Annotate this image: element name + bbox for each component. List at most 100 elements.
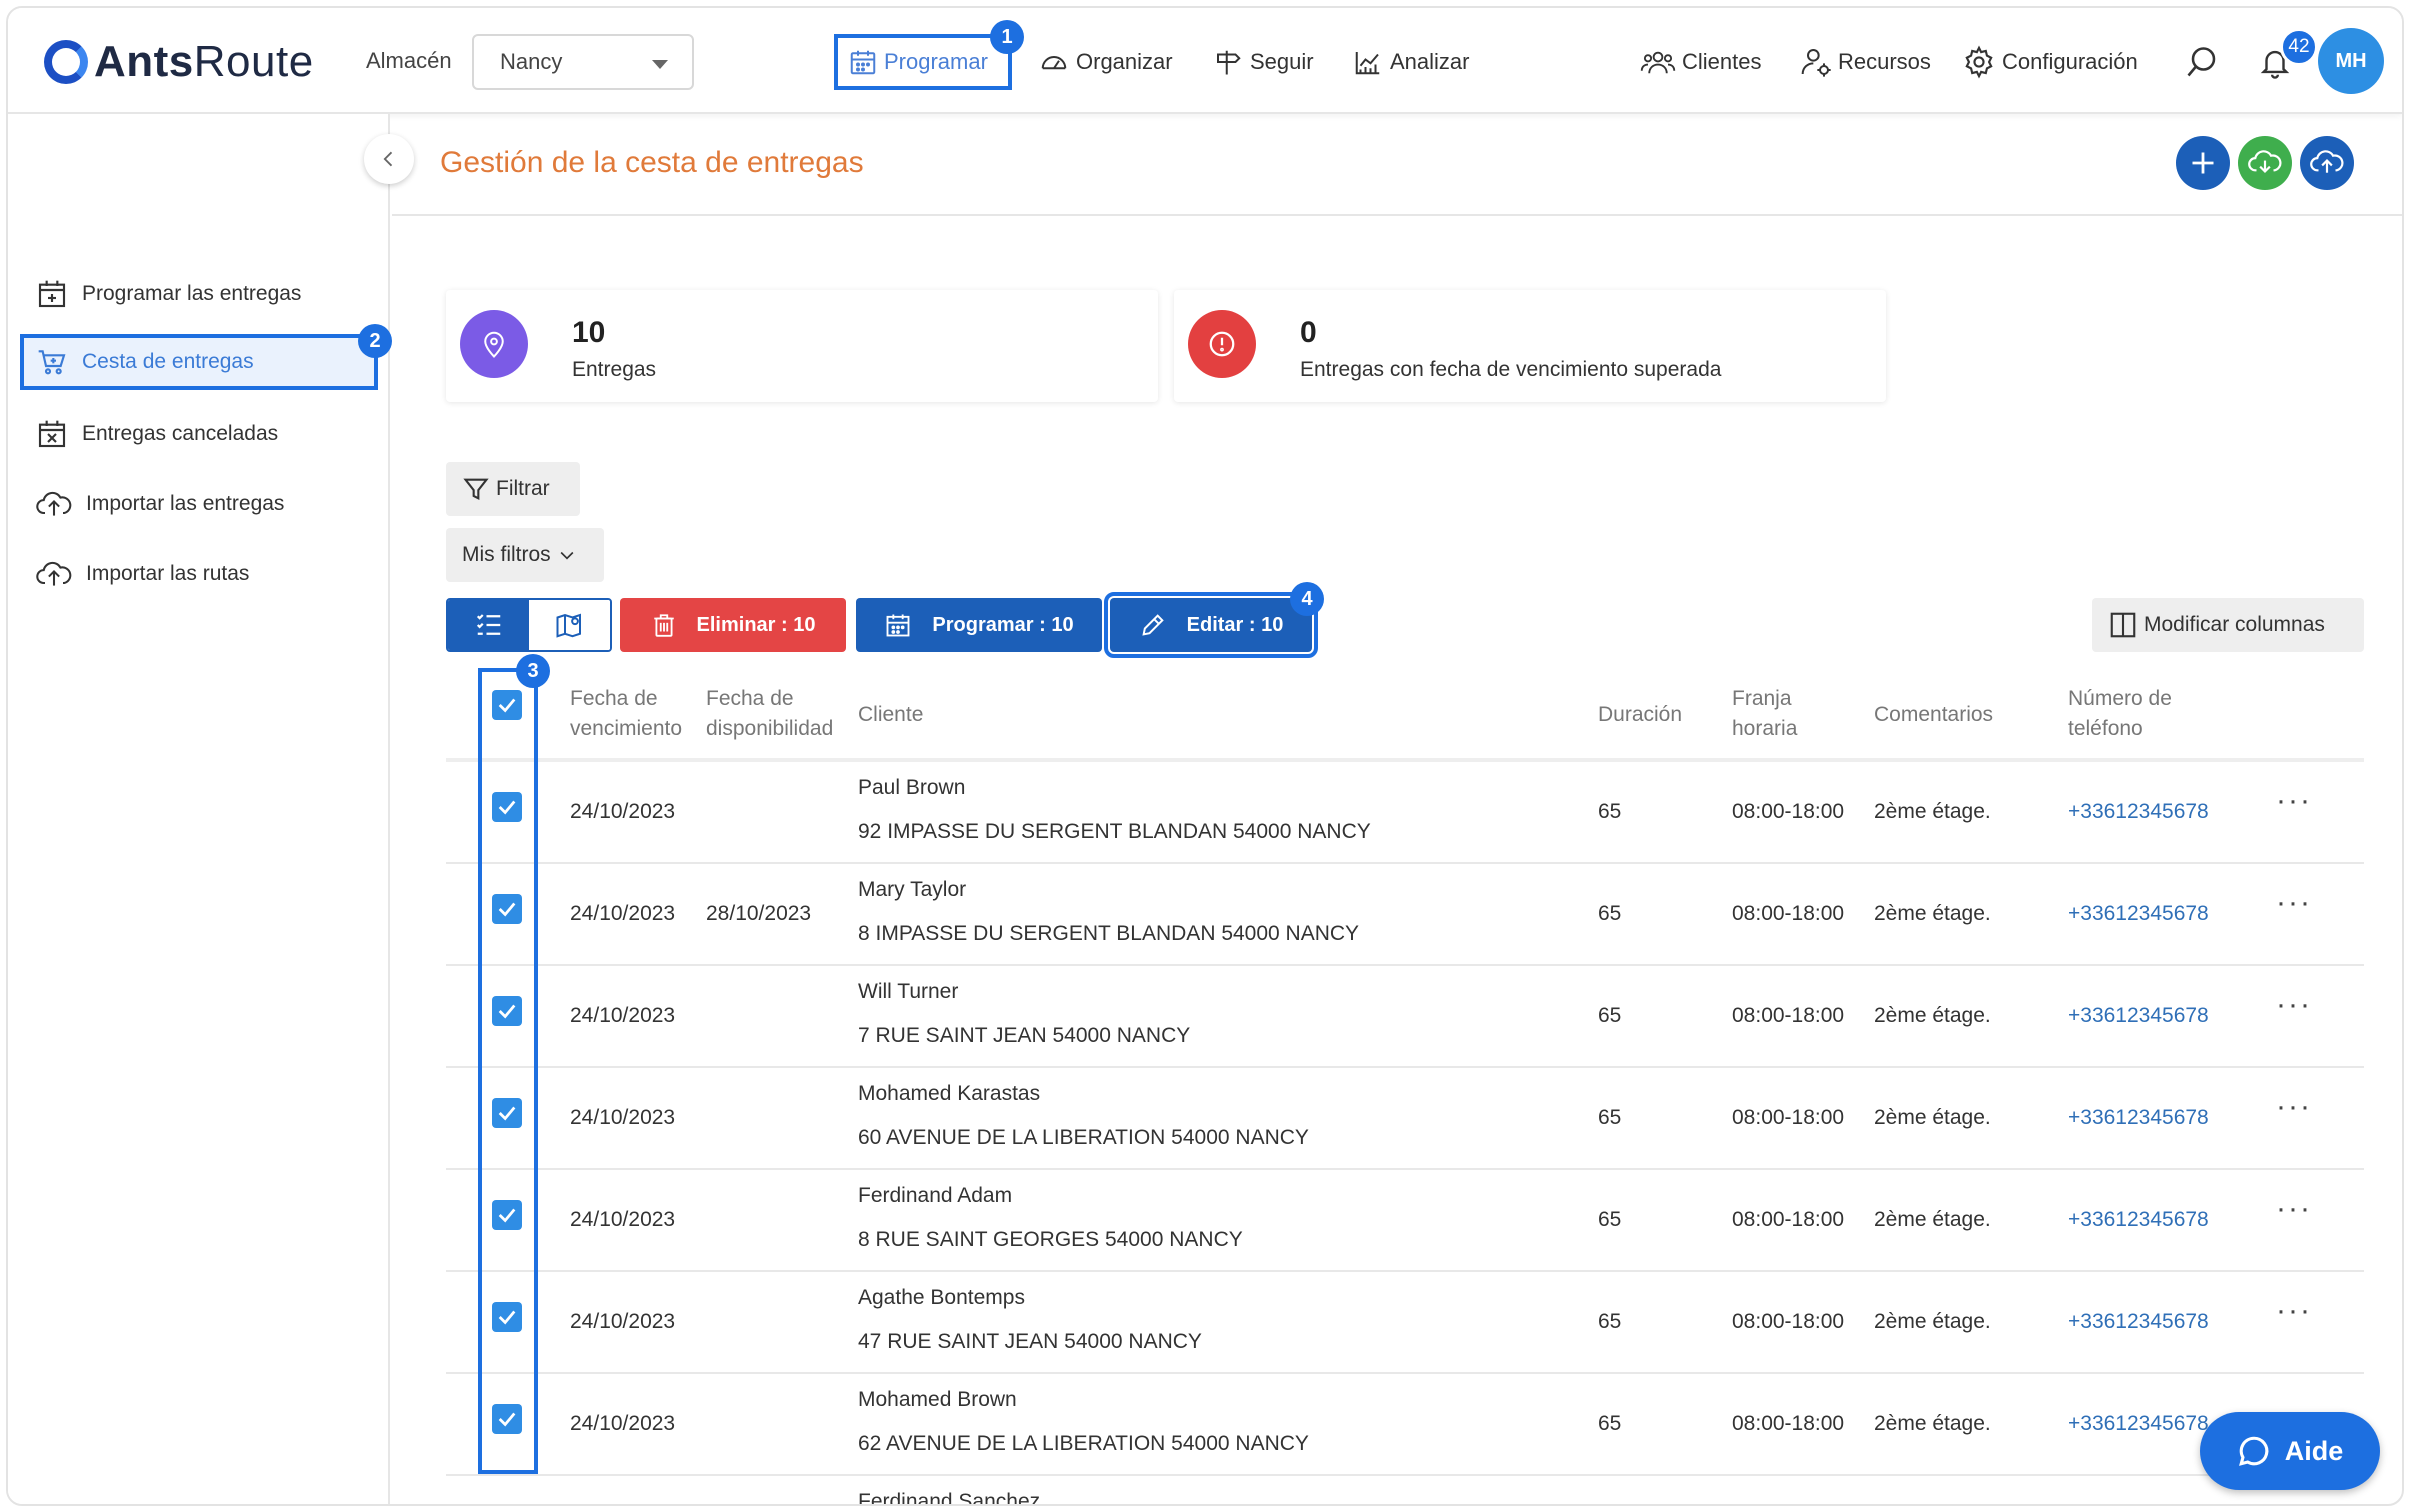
filter-button-label: Filtrar — [496, 477, 550, 500]
filter-button[interactable]: Filtrar — [446, 462, 580, 516]
cell-phone[interactable]: +33612345678 — [2068, 1208, 2209, 1232]
cell-duration: 65 — [1598, 902, 1622, 925]
cell-comments: 2ème étage. — [1874, 902, 1991, 925]
help-button[interactable]: Aide — [2200, 1412, 2380, 1490]
cell-duration: 65 — [1598, 1106, 1622, 1129]
row-menu-icon[interactable]: ··· — [2276, 1294, 2312, 1328]
cell-client-address: 92 IMPASSE DU SERGENT BLANDAN 54000 NANC… — [858, 820, 1371, 843]
nav-configuracion-label: Configuración — [2002, 49, 2138, 74]
stat-card-deliveries: 10 Entregas — [446, 290, 1158, 402]
table-row[interactable]: Ferdinand Sanchez — [446, 1476, 2364, 1504]
cell-client-name: Mohamed Brown — [858, 1388, 1017, 1411]
calendar-icon — [886, 614, 910, 637]
cell-phone[interactable]: +33612345678 — [2068, 1310, 2209, 1334]
sidebar-collapse-button[interactable] — [364, 134, 414, 184]
cell-comments: 2ème étage. — [1874, 1106, 1991, 1129]
cell-comments: 2ème étage. — [1874, 1004, 1991, 1027]
table-header: Fecha de vencimiento Fecha de disponibilid… — [446, 672, 2364, 758]
nav-recursos[interactable]: Recursos — [1800, 34, 1931, 90]
search-button[interactable] — [2184, 34, 2226, 90]
stat-value: 0 — [1300, 316, 1317, 349]
row-menu-icon[interactable]: ··· — [2276, 988, 2312, 1022]
table-row[interactable]: 24/10/2023 Ferdinand Adam 8 RUE SAINT GEOR… — [446, 1170, 2364, 1272]
my-filters-dropdown[interactable]: Mis filtros — [446, 528, 604, 582]
row-menu-icon[interactable]: ··· — [2276, 886, 2312, 920]
nav-programar[interactable]: Programar — [834, 34, 1012, 90]
row-checkbox[interactable] — [492, 1302, 522, 1332]
sidebar-item-cesta[interactable]: Cesta de entregas — [20, 334, 378, 390]
delete-button[interactable]: Eliminar : 10 — [620, 598, 846, 652]
column-header-client[interactable]: Cliente — [858, 700, 923, 730]
cell-time-slot: 08:00-18:00 — [1732, 1106, 1845, 1129]
column-header-availability[interactable]: Fecha de disponibilidad — [706, 684, 833, 744]
sidebar-item-canceladas[interactable]: Entregas canceladas — [36, 406, 376, 462]
my-filters-label: Mis filtros — [462, 543, 551, 566]
schedule-button-label: Programar : 10 — [932, 613, 1074, 636]
cell-availability-date: 28/10/2023 — [706, 902, 812, 925]
column-header-phone[interactable]: Número de teléfono — [2068, 684, 2172, 744]
column-header-comments[interactable]: Comentarios — [1874, 700, 1993, 730]
cloud-upload-button[interactable] — [2300, 136, 2354, 190]
check-icon — [498, 698, 516, 713]
pin-icon — [460, 310, 528, 378]
stat-label: Entregas — [572, 358, 657, 381]
row-checkbox[interactable] — [492, 996, 522, 1026]
row-menu-icon[interactable]: ··· — [2276, 784, 2312, 818]
logo-text-bold: Ants — [94, 37, 194, 86]
cell-time-slot: 08:00-18:00 — [1732, 800, 1845, 823]
cloud-download-button[interactable] — [2238, 136, 2292, 190]
sidebar-item-importar-rutas[interactable]: Importar las rutas — [36, 546, 376, 602]
warehouse-select[interactable]: Nancy — [472, 34, 694, 90]
table-row[interactable]: 24/10/2023 Mohamed Karastas 60 AVENUE DE L… — [446, 1068, 2364, 1170]
plus-icon — [2192, 152, 2214, 174]
users-icon — [1640, 51, 1676, 74]
user-avatar[interactable]: MH — [2318, 28, 2384, 94]
table-row[interactable]: 24/10/2023 28/10/2023 Mary Taylor 8 IMPASSE… — [446, 864, 2364, 966]
schedule-button[interactable]: Programar : 10 — [856, 598, 1102, 652]
nav-clientes[interactable]: Clientes — [1640, 34, 1761, 90]
cell-due-date: 24/10/2023 — [570, 1412, 676, 1435]
step-badge-2: 2 — [358, 324, 392, 358]
select-all-checkbox[interactable] — [492, 690, 522, 720]
cell-phone[interactable]: +33612345678 — [2068, 800, 2209, 824]
cell-client-name: Mohamed Karastas — [858, 1082, 1041, 1105]
add-delivery-button[interactable] — [2176, 136, 2230, 190]
table-row[interactable]: 24/10/2023 Will Turner 7 RUE SAINT JEAN 54… — [446, 966, 2364, 1068]
check-icon — [498, 902, 516, 917]
logo[interactable]: AntsRoute — [44, 34, 314, 90]
row-checkbox[interactable] — [492, 894, 522, 924]
row-checkbox[interactable] — [492, 1404, 522, 1434]
cell-phone[interactable]: +33612345678 — [2068, 1412, 2209, 1436]
row-checkbox[interactable] — [492, 1200, 522, 1230]
nav-recursos-label: Recursos — [1838, 49, 1931, 74]
nav-configuracion[interactable]: Configuración — [1962, 34, 2138, 90]
table-row[interactable]: 24/10/2023 Paul Brown 92 IMPASSE DU SERGEN… — [446, 762, 2364, 864]
chat-icon — [2238, 1436, 2269, 1466]
check-icon — [498, 1310, 516, 1325]
nav-analizar[interactable]: Analizar — [1352, 34, 1469, 90]
cell-phone[interactable]: +33612345678 — [2068, 1004, 2209, 1028]
nav-seguir[interactable]: Seguir — [1212, 34, 1314, 90]
row-checkbox[interactable] — [492, 792, 522, 822]
column-header-slot[interactable]: Franja horaria — [1732, 684, 1797, 744]
cell-phone[interactable]: +33612345678 — [2068, 902, 2209, 926]
column-header-duration[interactable]: Duración — [1598, 700, 1682, 730]
calendar-icon — [850, 50, 876, 75]
row-menu-icon[interactable]: ··· — [2276, 1090, 2312, 1124]
app-window: AntsRoute Almacén Nancy Programar 1 Orga… — [6, 6, 2404, 1506]
row-checkbox[interactable] — [492, 1098, 522, 1128]
row-menu-icon[interactable]: ··· — [2276, 1192, 2312, 1226]
nav-organizar[interactable]: Organizar — [1038, 34, 1173, 90]
list-view-button[interactable] — [448, 600, 529, 650]
modify-columns-label: Modificar columnas — [2144, 613, 2325, 636]
edit-button[interactable]: Editar : 10 — [1104, 592, 1318, 658]
sidebar-item-importar-entregas[interactable]: Importar las entregas — [36, 476, 376, 532]
column-header-due[interactable]: Fecha de vencimiento — [570, 684, 682, 744]
map-view-button[interactable] — [529, 600, 610, 650]
table-row[interactable]: 24/10/2023 Agathe Bontemps 47 RUE SAINT JE… — [446, 1272, 2364, 1374]
cell-time-slot: 08:00-18:00 — [1732, 1208, 1845, 1231]
table-row[interactable]: 24/10/2023 Mohamed Brown 62 AVENUE DE LA L… — [446, 1374, 2364, 1476]
modify-columns-button[interactable]: Modificar columnas — [2092, 598, 2364, 652]
cell-phone[interactable]: +33612345678 — [2068, 1106, 2209, 1130]
sidebar-item-programar[interactable]: Programar las entregas — [36, 266, 376, 322]
